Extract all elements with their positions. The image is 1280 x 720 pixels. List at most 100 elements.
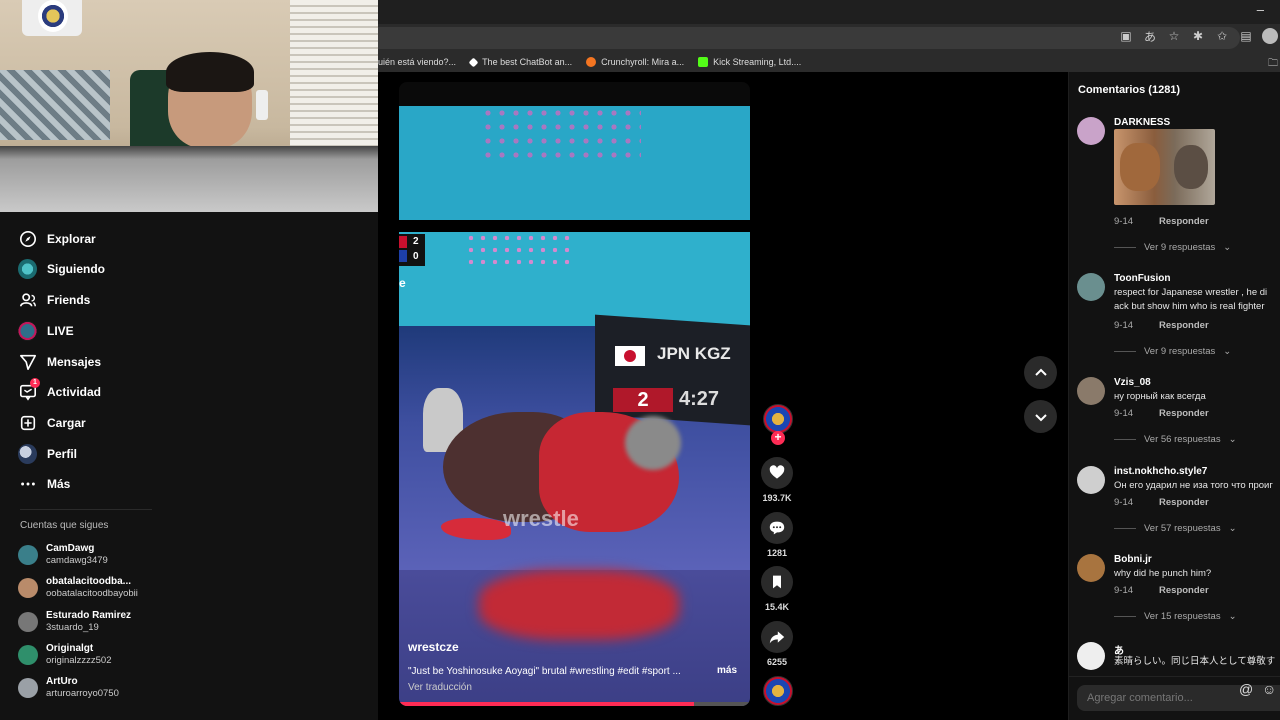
mat-watermark: wrestle (503, 506, 579, 531)
nav-perfil[interactable]: Perfil (18, 443, 78, 464)
comment-date: 9-14 (1114, 320, 1134, 331)
reply-button[interactable]: Responder (1159, 320, 1209, 331)
emoji-icon[interactable]: ☺ (1262, 681, 1276, 697)
notification-badge: 1 (30, 378, 40, 388)
comment-user[interactable]: Bobni.jr (1114, 554, 1152, 565)
nav-siguiendo[interactable]: Siguiendo (18, 258, 105, 279)
address-input[interactable] (378, 27, 1240, 49)
install-app-icon[interactable]: ▣ (1118, 28, 1134, 44)
heart-icon[interactable] (761, 457, 793, 489)
avatar[interactable] (1077, 377, 1105, 405)
view-replies-button[interactable]: Ver 9 respuestas ⌄ (1114, 346, 1231, 357)
like-action[interactable]: 193.7K (761, 457, 793, 503)
extension-icon[interactable]: ✱ (1190, 28, 1206, 44)
comment-user[interactable]: DARKNESS (1114, 117, 1170, 128)
friends-icon (18, 290, 37, 309)
score-blue: 0 (413, 251, 419, 262)
account-name: Originalgt (46, 643, 94, 654)
bookmark-item[interactable]: uién está viendo?... (378, 57, 456, 67)
comment-icon[interactable] (761, 512, 793, 544)
music-disc-avatar[interactable] (763, 676, 793, 706)
nav-live[interactable]: LIVE (18, 320, 74, 341)
avatar[interactable] (1077, 554, 1105, 582)
bookmark-item[interactable]: The best ChatBot an... (468, 57, 572, 67)
nav-cargar[interactable]: Cargar (18, 413, 86, 432)
translate-link[interactable]: Ver traducción (408, 682, 472, 693)
replies-label: Ver 9 respuestas (1144, 346, 1216, 357)
previous-video-button[interactable] (1024, 356, 1057, 389)
comment-user[interactable]: inst.nokhcho.style7 (1114, 466, 1207, 477)
comment-input[interactable] (1077, 685, 1227, 711)
share-action[interactable]: 6255 (761, 621, 793, 667)
following-account[interactable]: ArtUro arturoarroyo0750 (18, 676, 119, 700)
view-replies-button[interactable]: Ver 57 respuestas ⌄ (1114, 523, 1237, 534)
nav-friends[interactable]: Friends (18, 290, 90, 309)
avatar[interactable] (1077, 117, 1105, 145)
chevron-down-icon: ⌄ (1223, 242, 1232, 253)
video-author[interactable]: wrestcze (408, 640, 459, 654)
following-account[interactable]: Esturado Ramirez 3stuardo_19 (18, 610, 131, 634)
following-account[interactable]: Originalgt originalzzzz502 (18, 643, 111, 667)
more-dots-icon (18, 474, 37, 493)
video-description: "Just be Yoshinosuke Aoyagi" brutal #wre… (408, 666, 681, 677)
nav-explorar[interactable]: Explorar (18, 229, 96, 248)
comment-user[interactable]: Vzis_08 (1114, 377, 1151, 388)
nav-mas[interactable]: Más (18, 474, 70, 493)
folder-icon[interactable]: 🗀 (1268, 56, 1278, 73)
progress-bar[interactable] (399, 702, 750, 706)
nav-mensajes[interactable]: Mensajes (18, 352, 101, 371)
more-button[interactable]: más (717, 665, 737, 676)
webcam-overlay (0, 0, 378, 212)
comment-user[interactable]: ToonFusion (1114, 273, 1170, 284)
browser-profile-avatar[interactable] (1262, 28, 1278, 44)
bookmark-star-icon[interactable]: ☆ (1166, 28, 1182, 44)
video-player[interactable]: 2 0 e JPN KGZ 2 4:27 wrestle wrestcze "J… (399, 82, 750, 706)
lamp (256, 90, 268, 120)
replies-label: Ver 15 respuestas (1144, 611, 1221, 622)
view-replies-button[interactable]: Ver 56 respuestas ⌄ (1114, 434, 1237, 445)
comment-date: 9-14 (1114, 585, 1134, 596)
save-action[interactable]: 15.4K (761, 566, 793, 612)
replies-label: Ver 57 respuestas (1144, 523, 1221, 534)
like-count: 193.7K (762, 493, 792, 503)
avatar[interactable] (1077, 273, 1105, 301)
share-arrow-icon[interactable] (761, 621, 793, 653)
comment-action[interactable]: 1281 (761, 512, 793, 558)
window-blinds (290, 0, 378, 150)
chevron-up-icon (1034, 368, 1047, 376)
comment-image[interactable] (1114, 129, 1215, 205)
follow-plus-button[interactable]: + (771, 431, 785, 445)
favorites-icon[interactable]: ✩ (1214, 28, 1230, 44)
nav-label: Perfil (47, 446, 78, 461)
send-icon (18, 352, 37, 371)
next-video-button[interactable] (1024, 400, 1057, 433)
bookmark-icon[interactable] (761, 566, 793, 598)
window-minimize-button[interactable]: – (1257, 2, 1264, 17)
nav-actividad[interactable]: 1 Actividad (18, 378, 101, 401)
comment-text: why did he punch him? (1114, 568, 1212, 579)
reply-button[interactable]: Responder (1159, 216, 1209, 227)
board-score: 2 (613, 388, 673, 412)
following-account[interactable]: CamDawg camdawg3479 (18, 543, 108, 567)
translate-icon[interactable]: あ (1142, 28, 1158, 44)
account-handle: originalzzzz502 (46, 655, 112, 666)
following-account[interactable]: obatalacitoodba... oobatalacitoodbayobii (18, 576, 138, 600)
history-icon[interactable]: ▤ (1238, 28, 1254, 44)
avatar[interactable] (1077, 642, 1105, 670)
nav-label: Siguiendo (47, 261, 105, 276)
view-replies-button[interactable]: Ver 15 respuestas ⌄ (1114, 611, 1237, 622)
account-name: CamDawg (46, 543, 95, 554)
bookmark-item[interactable]: Crunchyroll: Mira a... (586, 57, 684, 67)
reply-button[interactable]: Responder (1159, 408, 1209, 419)
bookmark-item[interactable]: Kick Streaming, Ltd.... (698, 57, 801, 67)
view-replies-button[interactable]: Ver 9 respuestas ⌄ (1114, 242, 1231, 253)
comment-text: 素晴らしい。同じ日本人として尊敬す (1114, 656, 1276, 667)
avatar (18, 645, 38, 665)
compass-icon (18, 229, 37, 248)
avatar[interactable] (1077, 466, 1105, 494)
nav-label: Explorar (47, 231, 96, 246)
reply-button[interactable]: Responder (1159, 585, 1209, 596)
reply-button[interactable]: Responder (1159, 497, 1209, 508)
bookmark-label: Kick Streaming, Ltd.... (713, 57, 802, 67)
mention-icon[interactable]: @ (1239, 681, 1253, 697)
